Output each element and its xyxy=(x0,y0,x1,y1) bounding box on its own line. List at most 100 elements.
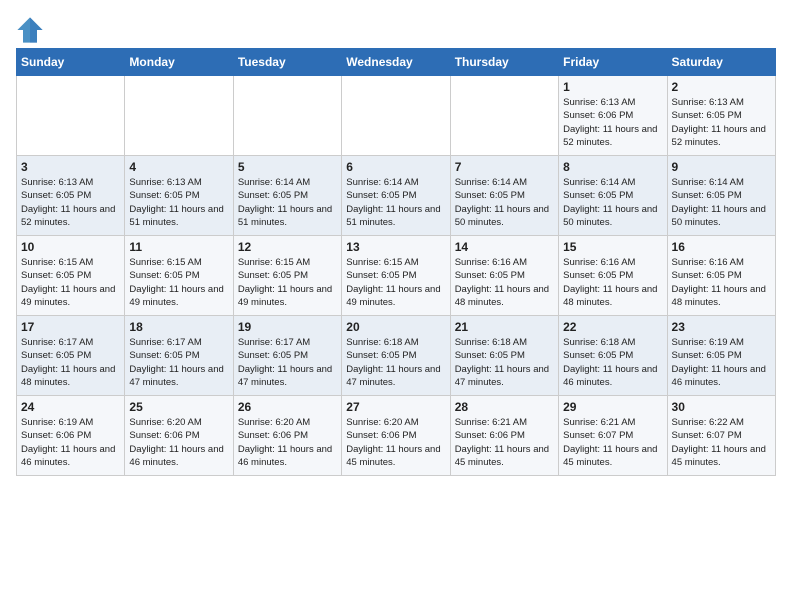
header-cell-sunday: Sunday xyxy=(17,49,125,76)
day-cell xyxy=(125,76,233,156)
day-cell: 7Sunrise: 6:14 AM Sunset: 6:05 PM Daylig… xyxy=(450,156,558,236)
day-cell: 28 Sunrise: 6:21 AM Sunset: 6:06 PM Dayli… xyxy=(450,396,558,476)
day-cell: 26 Sunrise: 6:20 AM Sunset: 6:06 PM Dayli… xyxy=(233,396,341,476)
header-cell-wednesday: Wednesday xyxy=(342,49,450,76)
day-info: Sunrise: 6:19 AM Sunset: 6:05 PM Dayligh… xyxy=(672,336,771,389)
week-row-3: 17 Sunrise: 6:17 AM Sunset: 6:05 PM Dayli… xyxy=(17,316,776,396)
day-number: 22 xyxy=(563,320,662,334)
day-number: 10 xyxy=(21,240,120,254)
day-info: Sunrise: 6:21 AM Sunset: 6:07 PM Dayligh… xyxy=(563,416,662,469)
day-cell: 24 Sunrise: 6:19 AM Sunset: 6:06 PM Dayli… xyxy=(17,396,125,476)
day-cell: 10 Sunrise: 6:15 AM Sunset: 6:05 PM Dayli… xyxy=(17,236,125,316)
day-cell: 3 Sunrise: 6:13 AM Sunset: 6:05 PM Daylig… xyxy=(17,156,125,236)
week-row-2: 10 Sunrise: 6:15 AM Sunset: 6:05 PM Dayli… xyxy=(17,236,776,316)
day-number: 20 xyxy=(346,320,445,334)
day-info: Sunrise: 6:22 AM Sunset: 6:07 PM Dayligh… xyxy=(672,416,771,469)
day-number: 25 xyxy=(129,400,228,414)
day-cell: 16 Sunrise: 6:16 AM Sunset: 6:05 PM Dayli… xyxy=(667,236,775,316)
day-cell: 19 Sunrise: 6:17 AM Sunset: 6:05 PM Dayli… xyxy=(233,316,341,396)
header-cell-monday: Monday xyxy=(125,49,233,76)
day-number: 23 xyxy=(672,320,771,334)
day-cell: 29 Sunrise: 6:21 AM Sunset: 6:07 PM Dayli… xyxy=(559,396,667,476)
day-cell: 21 Sunrise: 6:18 AM Sunset: 6:05 PM Dayli… xyxy=(450,316,558,396)
day-number: 18 xyxy=(129,320,228,334)
day-number: 26 xyxy=(238,400,337,414)
day-info: Sunrise: 6:16 AM Sunset: 6:05 PM Dayligh… xyxy=(672,256,771,309)
day-cell: 5 Sunrise: 6:14 AM Sunset: 6:05 PM Daylig… xyxy=(233,156,341,236)
day-cell xyxy=(233,76,341,156)
day-number: 27 xyxy=(346,400,445,414)
day-cell: 23 Sunrise: 6:19 AM Sunset: 6:05 PM Dayli… xyxy=(667,316,775,396)
day-cell: 18 Sunrise: 6:17 AM Sunset: 6:05 PM Dayli… xyxy=(125,316,233,396)
week-row-0: 1 Sunrise: 6:13 AM Sunset: 6:06 PM Daylig… xyxy=(17,76,776,156)
day-cell: 6 Sunrise: 6:14 AM Sunset: 6:05 PM Daylig… xyxy=(342,156,450,236)
day-number: 30 xyxy=(672,400,771,414)
day-cell xyxy=(450,76,558,156)
day-info: Sunrise: 6:14 AM Sunset: 6:05 PM Dayligh… xyxy=(238,176,337,229)
day-cell: 30 Sunrise: 6:22 AM Sunset: 6:07 PM Dayli… xyxy=(667,396,775,476)
day-number: 28 xyxy=(455,400,554,414)
day-info: Sunrise: 6:18 AM Sunset: 6:05 PM Dayligh… xyxy=(563,336,662,389)
day-info: Sunrise: 6:15 AM Sunset: 6:05 PM Dayligh… xyxy=(346,256,445,309)
day-info: Sunrise: 6:21 AM Sunset: 6:06 PM Dayligh… xyxy=(455,416,554,469)
day-info: Sunrise: 6:13 AM Sunset: 6:06 PM Dayligh… xyxy=(563,96,662,149)
calendar-body: 1 Sunrise: 6:13 AM Sunset: 6:06 PM Daylig… xyxy=(17,76,776,476)
day-info: Sunrise: 6:19 AM Sunset: 6:06 PM Dayligh… xyxy=(21,416,120,469)
day-info: Sunrise: 6:20 AM Sunset: 6:06 PM Dayligh… xyxy=(129,416,228,469)
day-info: Sunrise: 6:13 AM Sunset: 6:05 PM Dayligh… xyxy=(21,176,120,229)
day-cell: 11 Sunrise: 6:15 AM Sunset: 6:05 PM Dayli… xyxy=(125,236,233,316)
day-cell: 17Sunrise: 6:17 AM Sunset: 6:05 PM Dayli… xyxy=(17,316,125,396)
day-cell: 8 Sunrise: 6:14 AM Sunset: 6:05 PM Daylig… xyxy=(559,156,667,236)
day-info: Sunrise: 6:14 AM Sunset: 6:05 PM Dayligh… xyxy=(346,176,445,229)
day-number: 24 xyxy=(21,400,120,414)
day-number: 12 xyxy=(238,240,337,254)
day-cell xyxy=(17,76,125,156)
day-cell: 20 Sunrise: 6:18 AM Sunset: 6:05 PM Dayli… xyxy=(342,316,450,396)
day-info: Sunrise: 6:17 AM Sunset: 6:05 PM Dayligh… xyxy=(129,336,228,389)
calendar-table: SundayMondayTuesdayWednesdayThursdayFrid… xyxy=(16,48,776,476)
week-row-4: 24 Sunrise: 6:19 AM Sunset: 6:06 PM Dayli… xyxy=(17,396,776,476)
day-cell: 15 Sunrise: 6:16 AM Sunset: 6:05 PM Dayli… xyxy=(559,236,667,316)
day-number: 5 xyxy=(238,160,337,174)
day-cell: 25 Sunrise: 6:20 AM Sunset: 6:06 PM Dayli… xyxy=(125,396,233,476)
day-cell: 27Sunrise: 6:20 AM Sunset: 6:06 PM Dayli… xyxy=(342,396,450,476)
day-info: Sunrise: 6:14 AM Sunset: 6:05 PM Dayligh… xyxy=(563,176,662,229)
day-cell: 4Sunrise: 6:13 AM Sunset: 6:05 PM Daylig… xyxy=(125,156,233,236)
day-cell: 1 Sunrise: 6:13 AM Sunset: 6:06 PM Daylig… xyxy=(559,76,667,156)
day-info: Sunrise: 6:16 AM Sunset: 6:05 PM Dayligh… xyxy=(455,256,554,309)
day-info: Sunrise: 6:18 AM Sunset: 6:05 PM Dayligh… xyxy=(346,336,445,389)
day-info: Sunrise: 6:15 AM Sunset: 6:05 PM Dayligh… xyxy=(238,256,337,309)
day-cell: 12 Sunrise: 6:15 AM Sunset: 6:05 PM Dayli… xyxy=(233,236,341,316)
day-info: Sunrise: 6:15 AM Sunset: 6:05 PM Dayligh… xyxy=(21,256,120,309)
calendar-header-row: SundayMondayTuesdayWednesdayThursdayFrid… xyxy=(17,49,776,76)
day-info: Sunrise: 6:13 AM Sunset: 6:05 PM Dayligh… xyxy=(672,96,771,149)
header-cell-saturday: Saturday xyxy=(667,49,775,76)
day-number: 9 xyxy=(672,160,771,174)
day-cell: 22 Sunrise: 6:18 AM Sunset: 6:05 PM Dayli… xyxy=(559,316,667,396)
day-cell: 14Sunrise: 6:16 AM Sunset: 6:05 PM Dayli… xyxy=(450,236,558,316)
day-info: Sunrise: 6:15 AM Sunset: 6:05 PM Dayligh… xyxy=(129,256,228,309)
header xyxy=(16,16,776,44)
day-cell xyxy=(342,76,450,156)
day-number: 16 xyxy=(672,240,771,254)
day-info: Sunrise: 6:20 AM Sunset: 6:06 PM Dayligh… xyxy=(238,416,337,469)
day-info: Sunrise: 6:17 AM Sunset: 6:05 PM Dayligh… xyxy=(238,336,337,389)
day-number: 13 xyxy=(346,240,445,254)
day-number: 15 xyxy=(563,240,662,254)
day-info: Sunrise: 6:18 AM Sunset: 6:05 PM Dayligh… xyxy=(455,336,554,389)
day-number: 7 xyxy=(455,160,554,174)
day-info: Sunrise: 6:16 AM Sunset: 6:05 PM Dayligh… xyxy=(563,256,662,309)
day-number: 17 xyxy=(21,320,120,334)
day-number: 3 xyxy=(21,160,120,174)
day-number: 29 xyxy=(563,400,662,414)
day-cell: 2Sunrise: 6:13 AM Sunset: 6:05 PM Daylig… xyxy=(667,76,775,156)
week-row-1: 3 Sunrise: 6:13 AM Sunset: 6:05 PM Daylig… xyxy=(17,156,776,236)
day-number: 1 xyxy=(563,80,662,94)
day-number: 6 xyxy=(346,160,445,174)
day-number: 11 xyxy=(129,240,228,254)
day-number: 21 xyxy=(455,320,554,334)
logo xyxy=(16,16,48,44)
day-number: 8 xyxy=(563,160,662,174)
header-cell-friday: Friday xyxy=(559,49,667,76)
day-number: 19 xyxy=(238,320,337,334)
